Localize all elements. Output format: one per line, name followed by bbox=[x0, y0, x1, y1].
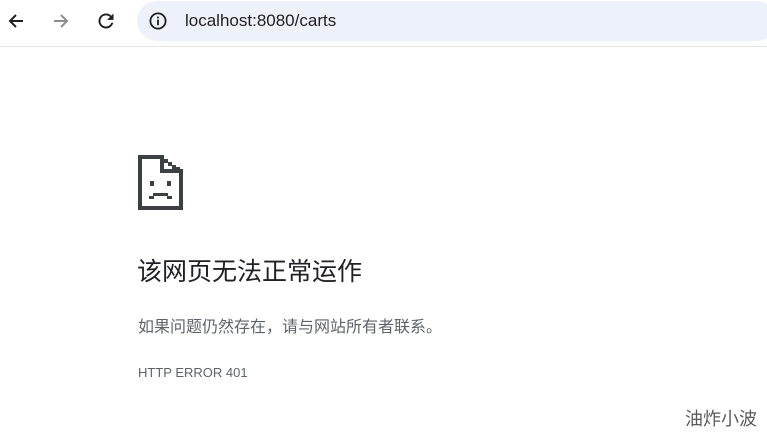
back-button[interactable] bbox=[1, 6, 31, 36]
reload-icon bbox=[98, 13, 114, 29]
error-message: 如果问题仍然存在，请与网站所有者联系。 bbox=[138, 317, 443, 336]
error-page: 该网页无法正常运作 如果问题仍然存在，请与网站所有者联系。 HTTP ERROR… bbox=[0, 48, 767, 438]
address-bar[interactable]: localhost:8080/carts bbox=[137, 1, 767, 41]
reload-button[interactable] bbox=[91, 6, 121, 36]
watermark-text: 油炸小波 bbox=[685, 409, 757, 430]
error-title: 该网页无法正常运作 bbox=[137, 257, 363, 286]
forward-button[interactable] bbox=[46, 6, 76, 36]
sad-page-icon bbox=[138, 155, 183, 210]
arrow-right-icon bbox=[54, 14, 69, 28]
url-text[interactable]: localhost:8080/carts bbox=[185, 10, 336, 32]
browser-toolbar: localhost:8080/carts bbox=[0, 0, 767, 47]
error-code: HTTP ERROR 401 bbox=[138, 365, 248, 380]
arrow-left-icon bbox=[8, 14, 23, 28]
info-circle-icon[interactable] bbox=[149, 12, 167, 30]
